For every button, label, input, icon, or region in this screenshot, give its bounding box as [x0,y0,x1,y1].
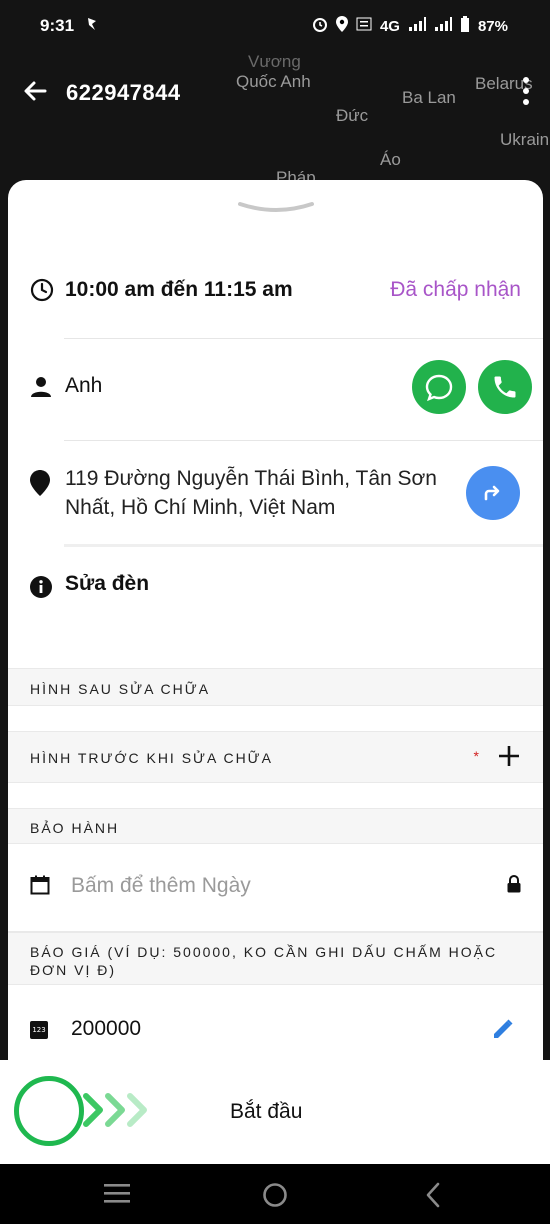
chat-button[interactable] [412,360,466,414]
directions-icon [484,485,500,501]
back-arrow-icon[interactable] [20,76,50,106]
map-label: Ukrain [500,130,550,149]
status-label: Đã chấp nhận [390,278,521,301]
job-note: Sửa đèn [65,572,150,595]
customer-name: Anh [65,374,103,397]
calendar-icon [30,875,50,900]
divider [64,338,543,339]
signal-icon [408,17,426,35]
customer-row: Anh [8,356,543,416]
slide-chevrons-icon [82,1092,162,1133]
divider [64,544,543,547]
after-photos-area[interactable] [8,707,543,731]
home-icon[interactable] [262,1182,288,1213]
note-row: Sửa đèn [8,568,543,608]
warranty-header: BẢO HÀNH [8,808,543,844]
required-mark: * [473,748,481,764]
phone-icon [494,376,516,398]
more-options-icon[interactable] [518,74,534,108]
notification-icon [86,17,98,34]
lock-icon [507,874,521,898]
top-bar: 622947844 [0,60,550,124]
warranty-date-field[interactable]: Bấm để thêm Ngày [8,844,543,932]
slide-handle[interactable] [14,1076,84,1146]
order-id: 622947844 [66,80,181,105]
time-range: 10:00 am đến 11:15 am [65,278,293,301]
network-type: 4G [379,17,400,35]
person-icon [30,376,52,403]
system-nav-bar [0,1164,550,1224]
address-row: 119 Đường Nguyễn Thái Bình, Tân Sơn Nhất… [8,460,543,540]
status-bar: 9:31 4G 87% [0,0,550,52]
before-photos-title: HÌNH TRƯỚC KHI SỬA CHỮA [30,750,273,766]
info-icon [30,576,52,603]
divider [64,440,543,441]
volte-icon [356,16,372,36]
status-time: 9:31 [40,16,75,35]
numeric-icon: 123 [30,1021,48,1039]
battery-percent: 87% [477,17,508,35]
start-slider-bar[interactable]: Bắt đầu [0,1060,550,1164]
recent-apps-icon[interactable] [104,1182,130,1209]
alarm-icon [312,16,328,36]
after-photos-title: HÌNH SAU SỬA CHỮA [30,681,211,697]
location-pin-icon [30,470,50,501]
map-label: Áo [380,150,401,169]
status-icons: 4G 87% [312,16,508,36]
directions-button[interactable] [466,466,520,520]
location-icon [335,16,348,36]
quote-header: BÁO GIÁ (VÍ DỤ: 500000, KO CẦN GHI DẤU C… [8,932,543,985]
chat-bubble-icon [425,374,453,402]
before-photos-header: HÌNH TRƯỚC KHI SỬA CHỮA * [8,731,543,783]
after-photos-header: HÌNH SAU SỬA CHỮA [8,668,543,706]
edit-pencil-icon[interactable] [491,1017,515,1046]
clock-icon [30,278,54,307]
warranty-title: BẢO HÀNH [30,820,120,836]
time-row: 10:00 am đến 11:15 am Đã chấp nhận [8,266,543,316]
signal-icon-2 [434,17,452,35]
quote-value[interactable]: 200000 [71,1017,141,1041]
add-photo-plus-icon[interactable] [497,744,521,771]
start-label: Bắt đầu [230,1100,303,1123]
drag-handle-icon[interactable] [238,200,314,216]
before-photos-area[interactable] [8,784,543,808]
quote-field[interactable]: 123 200000 [8,985,543,1060]
call-button[interactable] [478,360,532,414]
customer-address: 119 Đường Nguyễn Thái Bình, Tân Sơn Nhất… [65,467,437,519]
warranty-date-placeholder: Bấm để thêm Ngày [71,874,251,897]
job-detail-sheet: 10:00 am đến 11:15 am Đã chấp nhận Anh 1… [8,180,543,1060]
battery-icon [460,16,470,36]
back-nav-icon[interactable] [424,1182,442,1213]
quote-title: BÁO GIÁ (VÍ DỤ: 500000, KO CẦN GHI DẤU C… [30,944,498,978]
